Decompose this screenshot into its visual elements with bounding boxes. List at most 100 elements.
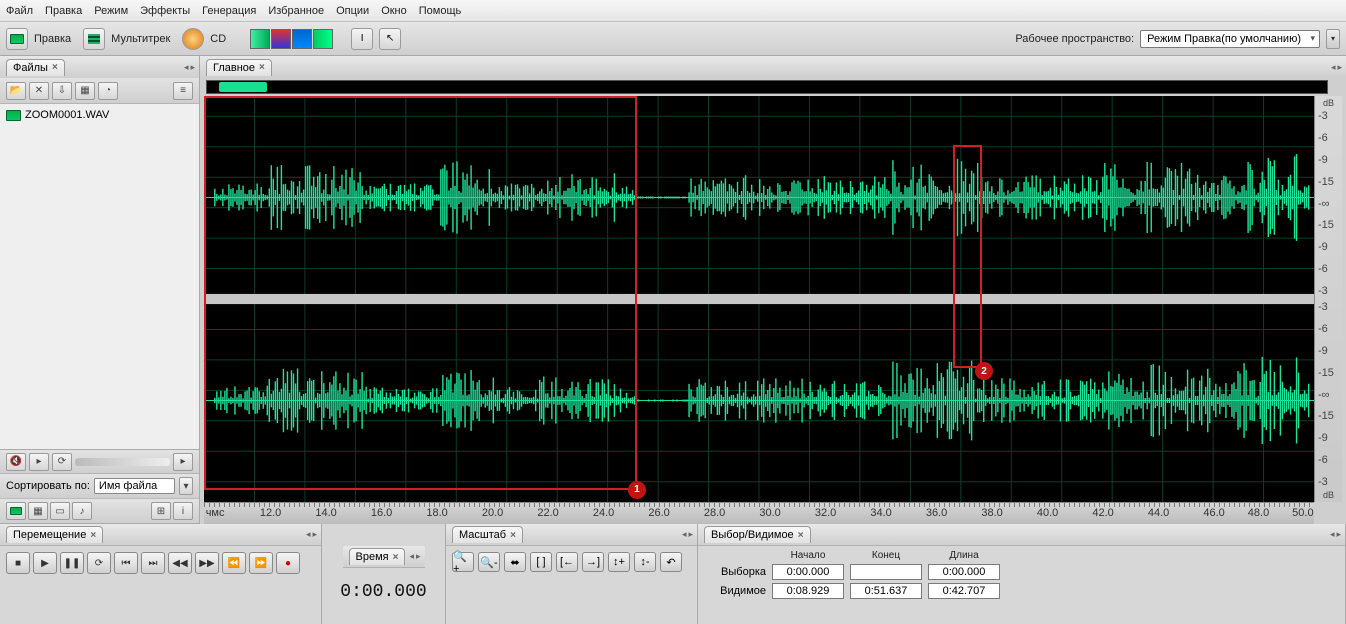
zoom-sel-left-button[interactable]: [← [556,552,578,572]
filter-midi-button[interactable]: ▦ [28,502,48,520]
preview-loop-button[interactable]: ⟳ [52,453,72,471]
menu-bar: Файл Правка Режим Эффекты Генерация Избр… [0,0,1346,22]
go-start-button[interactable]: ⏮ [114,552,138,574]
filter-audio-button[interactable]: ♪ [72,502,92,520]
record-button[interactable]: ● [276,552,300,574]
files-tab[interactable]: Файлы × [6,59,65,76]
zoom-sel-button[interactable]: [ ] [530,552,552,572]
sel-start-field[interactable]: 0:00.000 [772,564,844,580]
row-visible-label: Видимое [706,585,766,597]
menu-effects[interactable]: Эффекты [140,5,190,17]
forward-button[interactable]: ▶▶ [195,552,219,574]
panel-next-icon[interactable]: ▸ [1337,62,1342,73]
close-icon[interactable]: × [90,530,96,541]
time-ruler[interactable]: чмс 12.0 14.0 16.0 18.0 20.0 22.0 24.0 2… [204,502,1314,524]
play-button[interactable]: ▶ [33,552,57,574]
close-file-button[interactable]: ✕ [29,82,49,100]
panel-prev-icon[interactable]: ◂ [1331,62,1336,73]
overview-visible-region[interactable] [219,82,267,92]
stop-button[interactable]: ■ [6,552,30,574]
panel-prev-icon[interactable]: ◂ [184,62,189,73]
preview-play-button[interactable]: ▸ [29,453,49,471]
options-button[interactable]: ≡ [173,82,193,100]
col-len-header: Длина [928,550,1000,561]
preview-volume-slider[interactable] [75,458,170,466]
zoom-prev-button[interactable]: ↶ [660,552,682,572]
menu-mode[interactable]: Режим [94,5,128,17]
menu-generation[interactable]: Генерация [202,5,256,17]
view-spectral-button[interactable] [271,29,291,49]
view-phase-button[interactable] [313,29,333,49]
files-tab-label: Файлы [13,62,48,74]
col-start-header: Начало [772,550,844,561]
filter-info-button[interactable]: i [173,502,193,520]
file-item[interactable]: ZOOM0001.WAV [4,108,195,122]
go-end-button[interactable]: ⏭ [141,552,165,574]
menu-file[interactable]: Файл [6,5,33,17]
workspace-menu-button[interactable]: ▾ [1326,29,1340,49]
workspace-dropdown[interactable]: Режим Правка(по умолчанию) [1140,30,1320,48]
close-icon[interactable]: × [52,62,58,73]
close-icon[interactable]: × [798,530,804,541]
vis-start-field[interactable]: 0:08.929 [772,583,844,599]
menu-favorites[interactable]: Избранное [268,5,324,17]
close-icon[interactable]: × [393,552,399,563]
zoom-sel-right-button[interactable]: →] [582,552,604,572]
skip-back-button[interactable]: ⏪ [222,552,246,574]
menu-window[interactable]: Окно [381,5,407,17]
filter-show-button[interactable]: ⊞ [151,502,171,520]
vis-end-field[interactable]: 0:51.637 [850,583,922,599]
filter-video-button[interactable]: ▭ [50,502,70,520]
skip-fwd-button[interactable]: ⏩ [249,552,273,574]
edit-mode-button[interactable] [6,28,28,50]
multitrack-mode-button[interactable] [83,28,105,50]
cursor-tool-button[interactable]: I [351,28,373,50]
view-waveform-button[interactable] [250,29,270,49]
view-pan-button[interactable] [292,29,312,49]
play-loop-button[interactable]: ⟳ [87,552,111,574]
close-icon[interactable]: × [510,530,516,541]
zoom-out-h-button[interactable]: 🔍- [478,552,500,572]
menu-edit[interactable]: Правка [45,5,82,17]
preview-auto-button[interactable]: ▸ [173,453,193,471]
sel-end-field[interactable] [850,564,922,580]
zoom-tab[interactable]: Масштаб× [452,526,523,543]
cd-mode-button[interactable] [182,28,204,50]
bottom-panels: Перемещение× ◂▸ ■ ▶ ❚❚ ⟳ ⏮ ⏭ ◀◀ ▶▶ ⏪ ⏩ ●… [0,524,1346,624]
selection-visible-panel: Выбор/Видимое× ◂▸ Начало Конец Длина Выб… [698,524,1346,624]
zoom-out-v-button[interactable]: ↕- [634,552,656,572]
sel-len-field[interactable]: 0:00.000 [928,564,1000,580]
waveform-svg [204,96,1314,502]
zoom-in-v-button[interactable]: ↕+ [608,552,630,572]
zoom-in-h-button[interactable]: 🔍+ [452,552,474,572]
open-file-button[interactable]: 📂 [6,82,26,100]
cd-mode-label: CD [210,33,226,45]
vis-len-field[interactable]: 0:42.707 [928,583,1000,599]
zoom-full-button[interactable]: ⬌ [504,552,526,572]
panel-next-icon[interactable]: ▸ [190,62,195,73]
filter-wave-button[interactable] [6,502,26,520]
close-icon[interactable]: × [259,62,265,73]
waveform-canvas[interactable]: 1 2 [204,96,1314,502]
col-end-header: Конец [850,550,922,561]
annotation-badge-1: 1 [628,481,646,499]
main-toolbar: Правка Мультитрек CD I ↖ Рабочее простра… [0,22,1346,56]
sort-dropdown[interactable]: Имя файла [94,478,175,494]
menu-help[interactable]: Помощь [419,5,462,17]
import-button[interactable]: ⇩ [52,82,72,100]
time-tab[interactable]: Время× [349,548,406,565]
overview-bar[interactable] [206,80,1328,94]
sort-order-button[interactable]: ▾ [179,477,193,495]
pointer-tool-button[interactable]: ↖ [379,28,401,50]
menu-options[interactable]: Опции [336,5,369,17]
pause-button[interactable]: ❚❚ [60,552,84,574]
preview-mute-button[interactable]: 🔇 [6,453,26,471]
edit-mode-label: Правка [34,33,71,45]
selvis-tab[interactable]: Выбор/Видимое× [704,526,811,543]
transport-tab[interactable]: Перемещение× [6,526,103,543]
main-tab[interactable]: Главное × [206,59,272,76]
file-list[interactable]: ZOOM0001.WAV [0,104,199,449]
rewind-button[interactable]: ◀◀ [168,552,192,574]
insert-button[interactable]: ▦ [75,82,95,100]
history-button[interactable]: ◔ [98,82,118,100]
